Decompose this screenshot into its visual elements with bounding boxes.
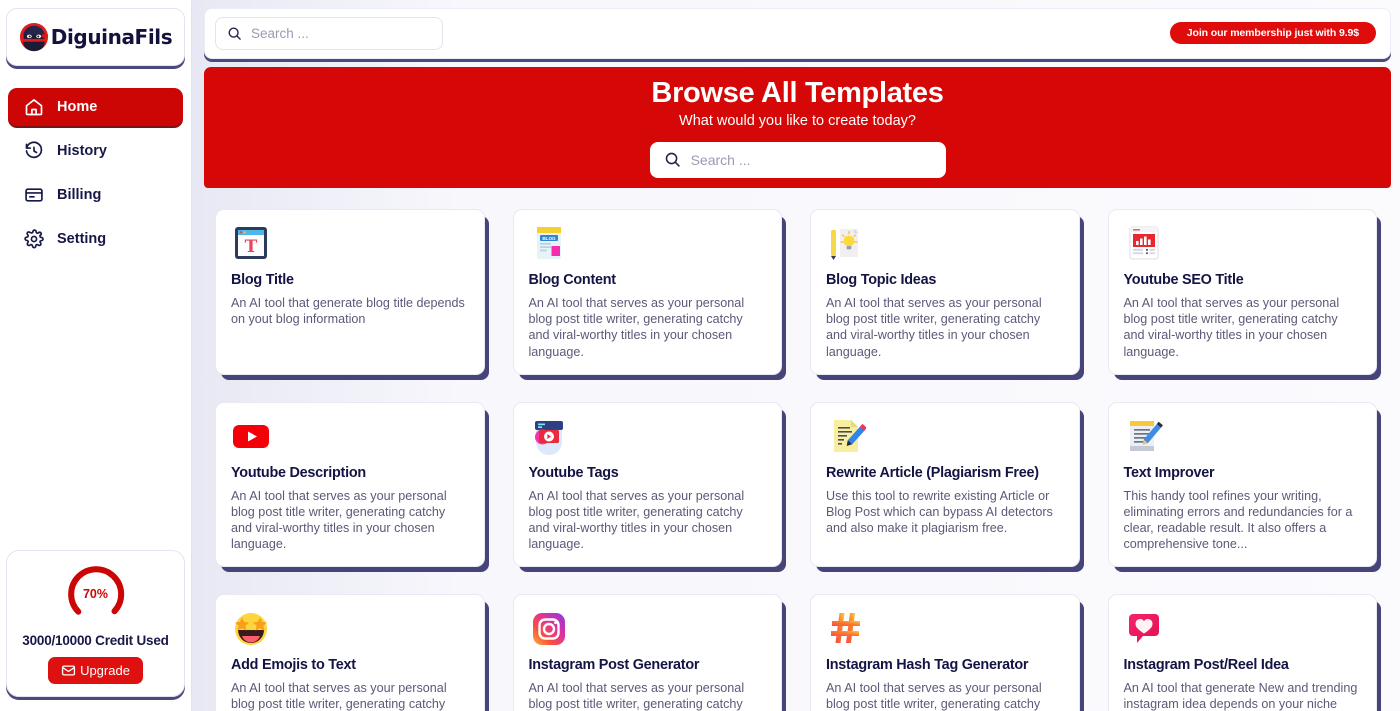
template-title: Blog Content	[528, 272, 617, 289]
sidebar-item-setting[interactable]: Setting	[8, 220, 183, 258]
template-title: Add Emojis to Text	[231, 657, 356, 674]
main-content: Join our membership just with 9.9$ Brows…	[192, 0, 1400, 711]
brand-name: DiguinaFils	[50, 25, 173, 49]
credit-percent-label: 70%	[82, 587, 109, 601]
template-card[interactable]: Rewrite Article (Plagiarism Free) Use th…	[810, 401, 1080, 568]
svg-text:T: T	[245, 237, 258, 257]
sidebar-item-history[interactable]: History	[8, 132, 183, 170]
template-desc: This handy tool refines your writing, el…	[1123, 488, 1353, 551]
sidebar-item-label: Billing	[57, 187, 102, 203]
templates-area: T Blog Title An AI tool that generate bl…	[200, 188, 1392, 711]
template-desc: An AI tool that generate New and trendin…	[1123, 681, 1358, 711]
upgrade-label: Upgrade	[80, 663, 130, 678]
app-root: DiguinaFils Home History Billing Setting…	[0, 0, 1400, 711]
search-icon	[665, 153, 680, 168]
template-desc: An AI tool that serves as your personal …	[826, 296, 1042, 359]
blog-title-icon: T	[235, 227, 267, 260]
template-title: Youtube SEO Title	[1123, 272, 1244, 289]
template-desc: An AI tool that serves as your personal …	[826, 681, 1042, 711]
topbar: Join our membership just with 9.9$	[204, 8, 1391, 59]
template-desc: An AI tool that serves as your personal …	[528, 296, 745, 359]
template-title: Instagram Post/Reel Idea	[1123, 657, 1289, 674]
sidebar-item-label: Home	[57, 99, 98, 115]
sidebar-item-label: History	[57, 143, 107, 159]
template-card[interactable]: Instagram Post Generator An AI tool that…	[512, 594, 782, 711]
sidebar-item-label: Setting	[57, 231, 107, 247]
template-desc: An AI tool that serves as your personal …	[1123, 296, 1340, 359]
page-title: Browse All Templates	[651, 76, 944, 109]
template-card[interactable]: Instagram Hash Tag Generator An AI tool …	[810, 594, 1080, 711]
video-player-icon	[534, 420, 563, 455]
template-card[interactable]: Youtube SEO Title An AI tool that serves…	[1107, 209, 1377, 375]
template-title: Youtube Description	[231, 464, 366, 481]
blog-content-icon: BLOG	[536, 227, 561, 260]
envelope-icon	[61, 665, 76, 676]
template-title: Text Improver	[1123, 464, 1215, 481]
template-card[interactable]: Text Improver This handy tool refines yo…	[1107, 401, 1377, 568]
sidebar-item-home[interactable]: Home	[8, 88, 183, 126]
template-title: Blog Topic Ideas	[826, 272, 937, 289]
template-card[interactable]: T Blog Title An AI tool that generate bl…	[215, 209, 485, 375]
history-icon	[25, 141, 43, 159]
hero-subtitle: What would you like to create today?	[679, 112, 916, 129]
heart-bubble-icon	[1128, 614, 1159, 644]
template-desc: An AI tool that serves as your personal …	[231, 681, 447, 711]
hero-search[interactable]	[649, 141, 946, 178]
template-title: Rewrite Article (Plagiarism Free)	[826, 464, 1039, 481]
template-card[interactable]: BLOG Blog Content An AI tool that serves…	[512, 209, 782, 375]
note-pencil-icon	[834, 419, 866, 452]
credit-usage-label: 3000/10000 Credit Used	[22, 633, 169, 648]
youtube-play-icon	[233, 424, 269, 448]
hashtag-icon	[831, 613, 860, 644]
analytics-chart-icon	[1129, 226, 1158, 260]
templates-grid: T Blog Title An AI tool that generate bl…	[204, 188, 1388, 711]
template-title: Instagram Post Generator	[528, 657, 700, 674]
template-card[interactable]: Youtube Tags An AI tool that serves as y…	[512, 401, 782, 568]
instagram-icon	[532, 613, 565, 646]
document-pencil-icon	[1129, 420, 1163, 451]
template-card[interactable]: Add Emojis to Text An AI tool that serve…	[215, 594, 485, 711]
template-title: Instagram Hash Tag Generator	[826, 657, 1029, 674]
gear-icon	[24, 229, 44, 249]
svg-text:BLOG: BLOG	[542, 236, 556, 241]
ninja-logo-icon	[19, 22, 49, 52]
template-title: Blog Title	[231, 272, 294, 289]
credit-usage-card: 70% 3000/10000 Credit Used Upgrade	[6, 550, 185, 697]
sidebar-item-billing[interactable]: Billing	[8, 176, 183, 214]
template-card[interactable]: Instagram Post/Reel Idea An AI tool that…	[1107, 594, 1377, 711]
billing-icon	[25, 188, 43, 202]
template-card[interactable]: Blog Topic Ideas An AI tool that serves …	[810, 209, 1080, 375]
star-struck-emoji-icon	[235, 613, 267, 646]
sidebar-nav: Home History Billing Setting	[0, 88, 191, 258]
template-desc: An AI tool that serves as your personal …	[528, 488, 745, 551]
hero-banner: Browse All Templates What would you like…	[204, 66, 1391, 189]
template-desc: Use this tool to rewrite existing Articl…	[826, 488, 1053, 535]
sidebar: DiguinaFils Home History Billing Setting…	[0, 0, 192, 711]
search-icon	[228, 27, 241, 40]
hero-search-input[interactable]	[690, 151, 932, 168]
brand-logo[interactable]: DiguinaFils	[6, 8, 185, 66]
template-card[interactable]: Youtube Description An AI tool that serv…	[215, 401, 485, 568]
template-desc: An AI tool that generate blog title depe…	[231, 296, 465, 327]
credit-progress-ring: 70%	[65, 563, 127, 625]
template-title: Youtube Tags	[528, 464, 619, 481]
topbar-search[interactable]	[215, 16, 443, 50]
search-input[interactable]	[251, 25, 431, 41]
template-desc: An AI tool that serves as your personal …	[528, 681, 745, 711]
lightbulb-note-icon	[831, 229, 858, 261]
upgrade-button[interactable]: Upgrade	[48, 657, 143, 684]
template-desc: An AI tool that serves as your personal …	[231, 488, 447, 551]
membership-button[interactable]: Join our membership just with 9.9$	[1169, 22, 1376, 45]
home-icon	[25, 99, 43, 116]
